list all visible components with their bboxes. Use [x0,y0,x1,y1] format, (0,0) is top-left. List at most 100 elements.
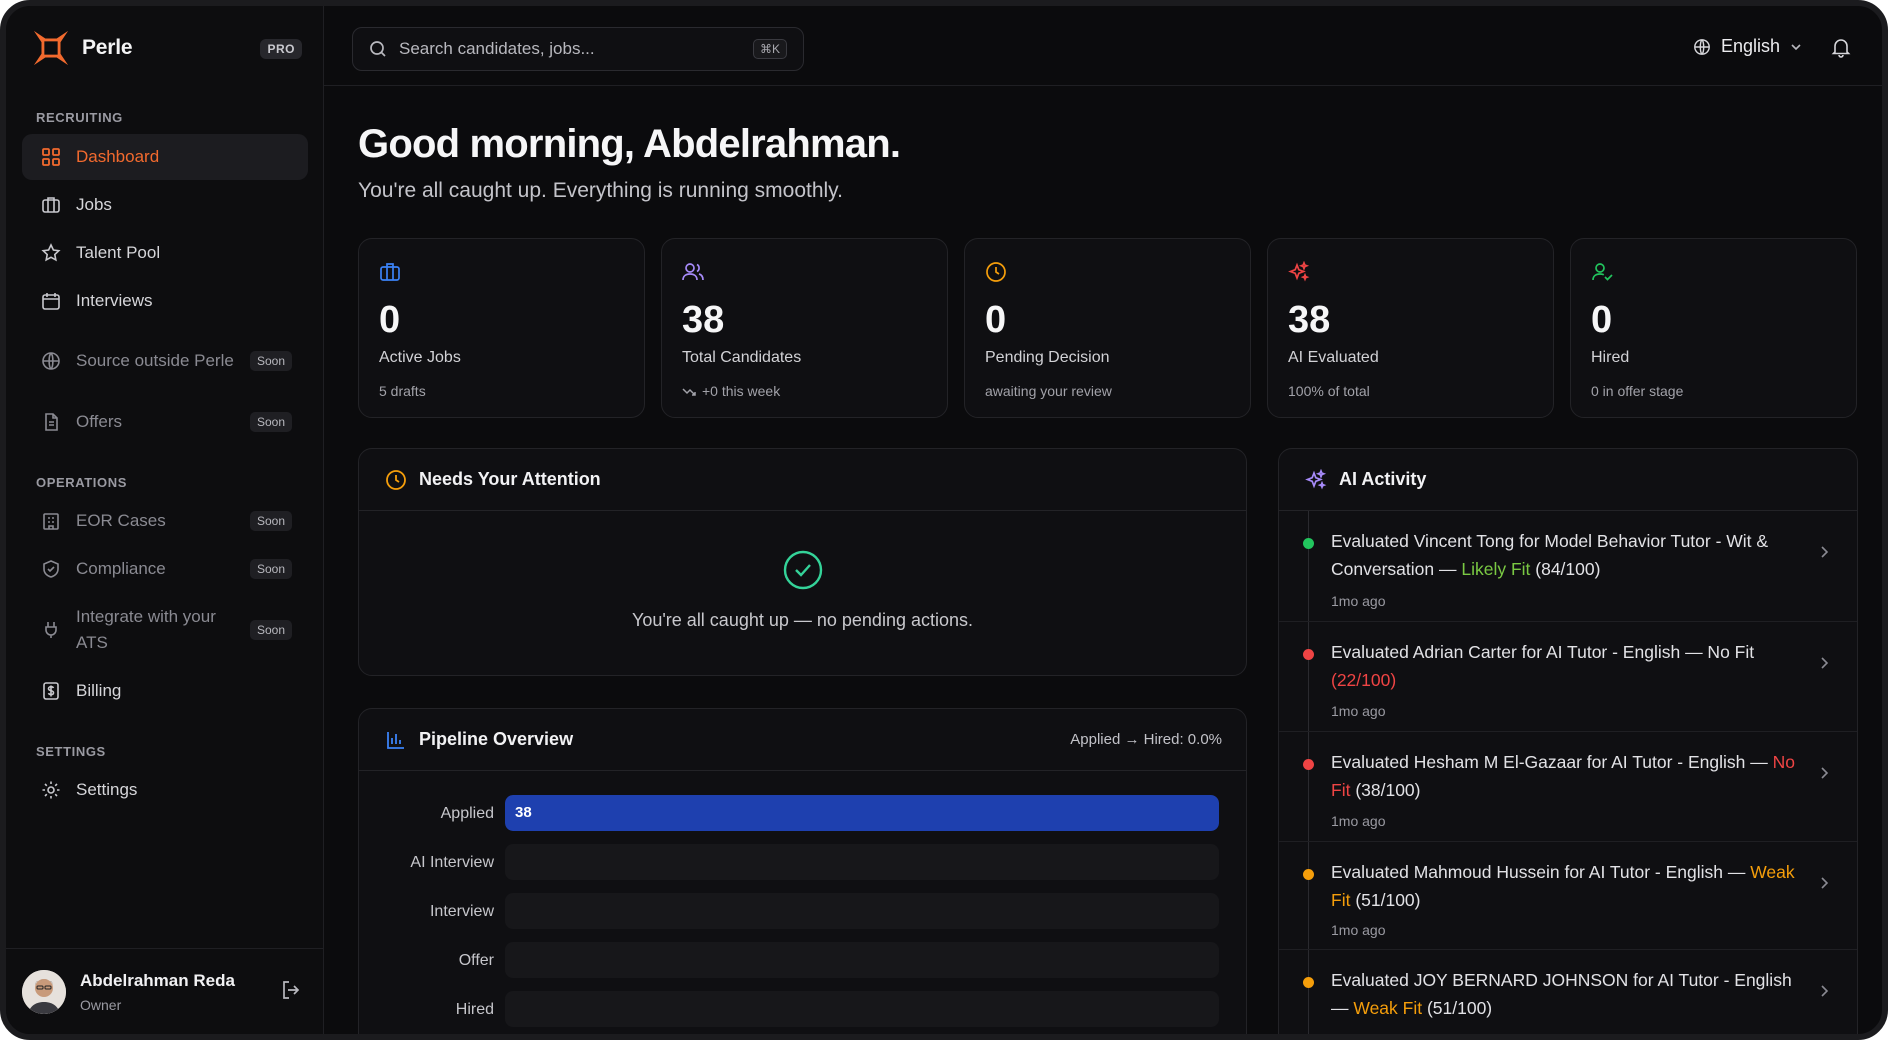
building-icon [40,510,62,532]
soon-badge: Soon [249,511,292,531]
search-shortcut: ⌘K [752,39,787,59]
sidebar-item-label: Talent Pool [76,243,161,262]
activity-time: 1mo ago [1331,703,1386,719]
section-title-operations: OPERATIONS [36,475,127,490]
globe-icon [1694,38,1710,55]
activity-time: 1mo ago [1331,593,1386,609]
sidebar-item-compliance[interactable]: Compliance Soon [22,546,308,592]
activity-time: 1mo ago [1331,922,1386,938]
bell-icon[interactable] [1830,36,1852,58]
sidebar-item-billing[interactable]: Billing [22,668,308,714]
activity-item[interactable]: Evaluated Hesham M El-Gazaar for AI Tuto… [1279,732,1857,842]
clock-icon [386,469,406,490]
pipeline-track[interactable] [505,844,1219,880]
app-window: Perle PRO RECRUITING Dashboard Jobs Tale… [0,0,1888,1040]
sidebar-item-label: Source outside Perle [76,351,234,370]
sidebar-item-settings[interactable]: Settings [22,767,308,813]
check-circle-icon [783,550,822,590]
user-check-icon [1592,263,1613,281]
language-selector[interactable]: English [1693,36,1802,57]
pipeline-stage-label: Applied [440,805,494,822]
soon-badge: Soon [249,620,292,640]
activity-item[interactable]: Evaluated Adrian Carter for AI Tutor - E… [1279,622,1857,732]
section-title-recruiting: RECRUITING [36,110,123,125]
stat-card-total-candidates[interactable]: 38 Total Candidates +0 this week [661,238,948,418]
sidebar: Perle PRO RECRUITING Dashboard Jobs Tale… [6,6,324,1034]
gear-icon [40,779,62,801]
sidebar-item-integrate-ats[interactable]: Integrate with your ATS Soon [22,601,308,659]
user-profile[interactable]: Abdelrahman Reda Owner [6,948,324,1034]
ai-activity-panel: AI Activity Evaluated Vincent Tong for M… [1278,448,1858,1034]
document-icon [40,411,62,433]
stat-sub: 0 in offer stage [1591,383,1684,399]
search-input[interactable] [399,39,729,59]
pipeline-stage-label: AI Interview [410,854,494,871]
sidebar-item-label: Compliance [76,559,166,578]
pipeline-stage-label: Interview [429,903,494,920]
star-icon [40,242,62,264]
stat-label: Pending Decision [985,349,1110,366]
stat-sub: 5 drafts [379,383,426,399]
sidebar-item-talent-pool[interactable]: Talent Pool [22,230,308,276]
search-box[interactable]: ⌘K [352,27,804,71]
stat-value: 38 [1288,299,1331,341]
activity-item[interactable]: Evaluated Vincent Tong for Model Behavio… [1279,511,1857,622]
user-role: Owner [80,996,122,1013]
pipeline-track[interactable]: 38 [505,795,1219,831]
empty-state: You're all caught up — no pending action… [359,549,1246,631]
briefcase-icon [40,194,62,216]
activity-item[interactable]: Evaluated JOY BERNARD JOHNSON for AI Tut… [1279,950,1857,1034]
avatar [22,969,66,1014]
logout-icon[interactable] [280,979,302,1001]
topbar: ⌘K English [324,6,1882,86]
attention-title: Needs Your Attention [419,469,601,489]
stat-card-hired[interactable]: 0 Hired 0 in offer stage [1570,238,1857,418]
pipeline-panel: Pipeline Overview Applied → Hired: 0.0% … [358,708,1247,1034]
clock-icon [986,262,1006,282]
sparkles-icon [1288,261,1310,282]
stat-card-active-jobs[interactable]: 0 Active Jobs 5 drafts [358,238,645,418]
attention-panel-header: Needs Your Attention [359,449,1246,511]
stat-card-pending-decision[interactable]: 0 Pending Decision awaiting your review [964,238,1251,418]
sidebar-item-eor-cases[interactable]: EOR Cases Soon [22,498,308,544]
attention-panel: Needs Your Attention You're all caught u… [358,448,1247,676]
sidebar-item-jobs[interactable]: Jobs [22,182,308,228]
pipeline-track[interactable] [505,893,1219,929]
soon-badge: Soon [249,351,292,371]
sidebar-item-source-outside[interactable]: Source outside Perle Soon [22,332,308,390]
chevron-right-icon [1821,546,1829,558]
stat-label: Active Jobs [379,349,461,366]
chevron-right-icon [1821,985,1829,997]
plan-badge: PRO [260,39,302,59]
pipeline-count: 38 [515,804,532,821]
sidebar-item-interviews[interactable]: Interviews [22,278,308,324]
sidebar-item-label: Offers [76,412,122,431]
chevron-down-icon [1791,43,1801,50]
pipeline-track[interactable] [505,942,1219,978]
status-dot [1303,977,1314,988]
sidebar-item-offers[interactable]: Offers Soon [22,399,308,445]
pipeline-track[interactable] [505,991,1219,1027]
brand[interactable]: Perle PRO [32,28,302,68]
pipeline-row: Applied 38 [359,795,1246,833]
plug-icon [40,619,62,641]
pipeline-stage-label: Hired [455,1001,494,1018]
activity-text: Evaluated Vincent Tong for Model Behavio… [1331,531,1769,579]
ai-activity-title: AI Activity [1339,469,1427,489]
activity-item[interactable]: Evaluated Mahmoud Hussein for AI Tutor -… [1279,842,1857,950]
pipeline-row: Interview [359,893,1246,931]
sidebar-item-label: Integrate with your ATS [76,607,216,652]
sidebar-item-label: Interviews [76,291,153,310]
sidebar-item-dashboard[interactable]: Dashboard [22,134,308,180]
activity-text: Evaluated Adrian Carter for AI Tutor - E… [1331,642,1755,690]
sparkles-icon [1305,468,1327,489]
brand-name: Perle [82,36,133,59]
section-title-settings: SETTINGS [36,744,106,759]
chevron-right-icon [1821,767,1829,779]
sidebar-item-label: EOR Cases [76,511,166,530]
stat-value: 38 [682,299,725,341]
perle-logo-icon [33,30,69,66]
status-dot [1303,759,1314,770]
stat-card-ai-evaluated[interactable]: 38 AI Evaluated 100% of total [1267,238,1554,418]
stat-label: Total Candidates [682,349,802,366]
